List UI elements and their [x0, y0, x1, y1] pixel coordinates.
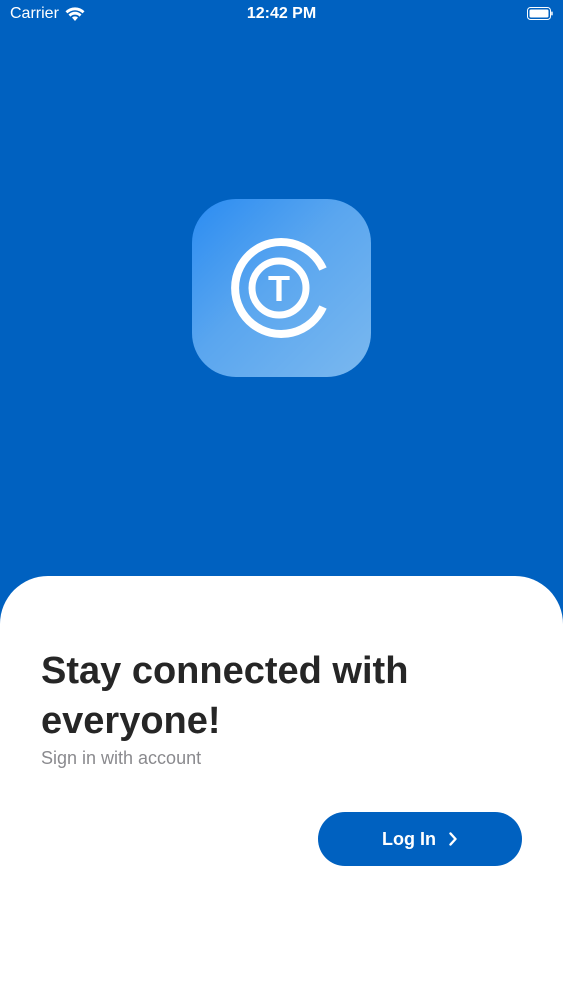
logo-letter: T — [268, 268, 290, 309]
welcome-sheet: Stay connected with everyone! Sign in wi… — [0, 576, 563, 1000]
login-screen: Carrier 12:42 PM T Stay connected with e… — [0, 0, 563, 1000]
app-logo: T — [192, 199, 371, 377]
status-bar: Carrier 12:42 PM — [0, 0, 563, 30]
ct-logo-icon: T — [230, 238, 327, 338]
subtitle: Sign in with account — [41, 748, 202, 768]
battery-icon — [527, 7, 553, 20]
login-button-label: Log In — [382, 828, 436, 849]
status-time: 12:42 PM — [246, 5, 317, 22]
headline: Stay connected with everyone! — [41, 650, 409, 742]
login-button[interactable]: Log In — [318, 812, 522, 866]
chevron-right-icon — [449, 832, 457, 846]
